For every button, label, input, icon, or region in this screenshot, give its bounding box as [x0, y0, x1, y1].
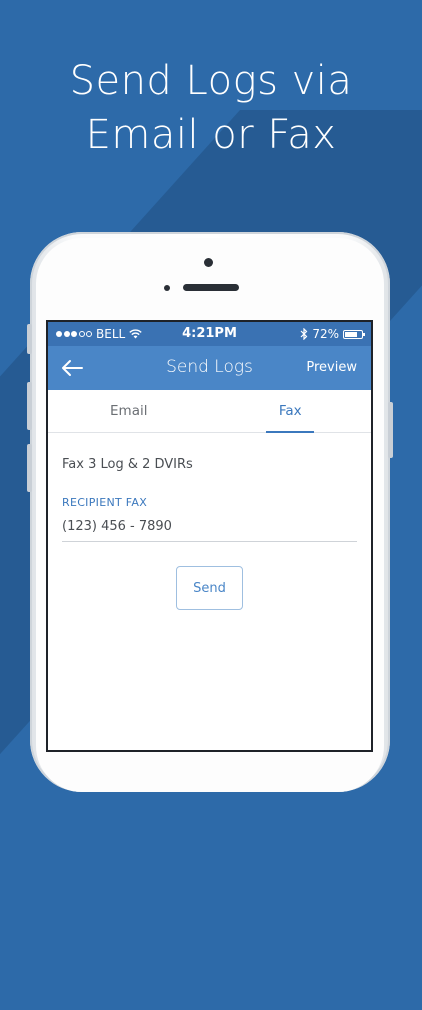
battery-percentage: 72% [312, 327, 339, 341]
volume-up-button [27, 382, 32, 430]
tab-bar: Email Fax [48, 390, 371, 433]
phone-screen: BELL 4:21PM 72% Send Logs Preview Email … [48, 322, 371, 750]
recipient-fax-input[interactable] [62, 519, 357, 542]
send-summary: Fax 3 Log & 2 DVIRs [62, 457, 193, 472]
front-camera [204, 258, 213, 267]
tab-email[interactable]: Email [48, 390, 210, 432]
mute-switch [27, 324, 32, 354]
recipient-fax-label: RECIPIENT FAX [62, 496, 148, 509]
tab-fax[interactable]: Fax [210, 390, 372, 432]
fax-form: Fax 3 Log & 2 DVIRs RECIPIENT FAX Send [48, 457, 371, 610]
headline: Send Logs via Email or Fax [0, 54, 422, 162]
nav-bar: Send Logs Preview [48, 346, 371, 390]
power-button [388, 402, 393, 458]
status-bar: BELL 4:21PM 72% [48, 322, 371, 346]
battery-fill [345, 331, 357, 337]
earpiece-speaker [183, 284, 239, 291]
status-right: 72% [300, 327, 365, 341]
battery-icon [343, 329, 365, 339]
proximity-sensor [164, 285, 170, 291]
volume-down-button [27, 444, 32, 492]
send-button[interactable]: Send [176, 566, 243, 610]
bluetooth-icon [300, 328, 308, 340]
preview-button[interactable]: Preview [306, 360, 357, 375]
headline-line-1: Send Logs via [69, 58, 353, 104]
headline-line-2: Email or Fax [85, 112, 337, 158]
